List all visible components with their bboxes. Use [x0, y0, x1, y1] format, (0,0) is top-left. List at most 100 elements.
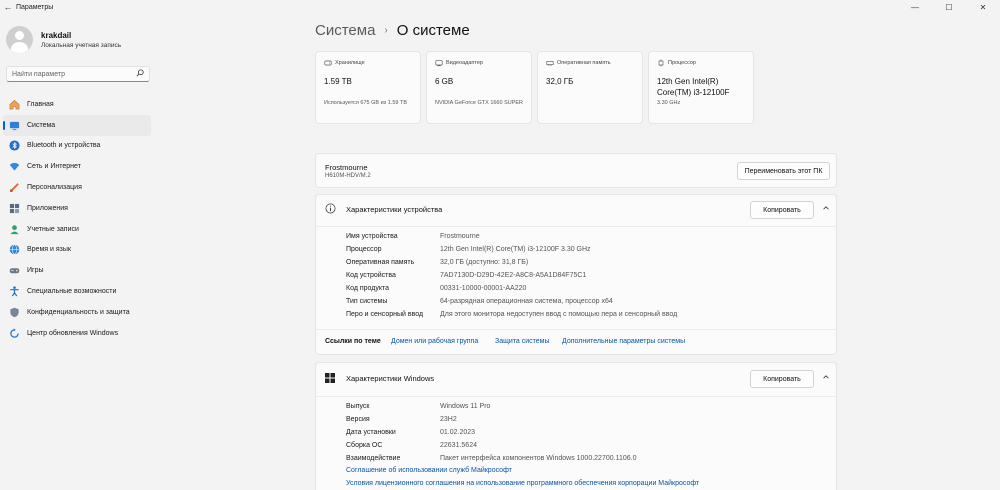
spec-key: Оперативная память: [346, 259, 415, 266]
breadcrumb-parent[interactable]: Система: [315, 22, 375, 39]
spec-key: Взаимодействие: [346, 455, 401, 462]
spec-value: Windows 11 Pro: [440, 403, 491, 410]
sidebar-item-accounts[interactable]: Учетные записи: [3, 219, 151, 240]
spec-value: Frostmourne: [440, 233, 480, 240]
pc-name-card: Frostmourne H610M-HDV/M.2 Переименовать …: [315, 153, 837, 188]
spec-key: Выпуск: [346, 403, 370, 410]
gpu-icon: [435, 59, 443, 67]
sidebar-item-system[interactable]: Система: [3, 114, 151, 136]
search-box[interactable]: [6, 66, 150, 82]
tile-value: 6 GB: [435, 77, 454, 86]
spec-key: Сборка ОС: [346, 442, 383, 449]
user-profile[interactable]: krakdail Локальная учетная запись: [6, 26, 121, 53]
sidebar-item-privacy[interactable]: Конфиденциальность и защита: [3, 302, 151, 323]
spec-value: 23H2: [440, 416, 457, 423]
back-arrow-icon[interactable]: ←: [0, 2, 16, 12]
spec-key: Версия: [346, 416, 370, 423]
sidebar-item-label: Bluetooth и устройства: [27, 142, 101, 150]
sidebar-item-bluetooth[interactable]: Bluetooth и устройства: [3, 136, 151, 157]
tile-subtext: NVIDIA GeForce GTX 1660 SUPER: [435, 100, 524, 106]
cpu-icon: [657, 59, 665, 67]
spec-row: Имя устройства Frostmourne: [346, 230, 480, 243]
spec-value: 12th Gen Intel(R) Core(TM) i3-12100F 3.3…: [440, 246, 591, 253]
spec-key: Перо и сенсорный ввод: [346, 311, 424, 318]
link-microsoft-license-terms[interactable]: Условия лицензионного соглашения на испо…: [346, 480, 699, 487]
spec-row: Версия 23H2: [346, 413, 457, 426]
sidebar-item-windows-update[interactable]: Центр обновления Windows: [3, 323, 151, 344]
spec-key: Дата установки: [346, 429, 396, 436]
system-icon: [8, 119, 20, 131]
tile-subtext: 3.30 GHz: [657, 100, 681, 106]
bluetooth-icon: [8, 140, 20, 152]
windows-logo-icon: [325, 373, 335, 385]
spec-value: 7AD7130D-D29D-42E2-A8C8-A5A1D84F75C1: [440, 272, 587, 279]
sidebar-item-network[interactable]: Сеть и Интернет: [3, 156, 151, 177]
accessibility-icon: [8, 286, 20, 298]
storage-tile: Хранилище 1.59 TB Используется 675 GB из…: [315, 51, 421, 124]
shield-icon: [8, 306, 20, 318]
spec-row: Код устройства 7AD7130D-D29D-42E2-A8C8-A5…: [346, 269, 586, 282]
spec-value: 22631.5624: [440, 442, 477, 449]
spec-value: Пакет интерфейса компонентов Windows 100…: [440, 455, 637, 462]
sidebar-item-label: Приложения: [27, 204, 68, 212]
apps-icon: [8, 202, 20, 214]
window-title: Параметры: [16, 3, 54, 11]
copy-device-specs-button[interactable]: Копировать: [750, 201, 814, 219]
close-icon[interactable]: ✕: [966, 0, 1000, 14]
maximize-icon[interactable]: ☐: [932, 0, 966, 14]
sidebar-item-label: Персонализация: [27, 184, 82, 192]
globe-icon: [8, 244, 20, 256]
spec-row: Дата установки 01.02.2023: [346, 426, 475, 439]
windows-specs-title: Характеристики Windows: [346, 374, 435, 383]
sidebar-item-gaming[interactable]: Игры: [3, 260, 151, 281]
sidebar-item-time-language[interactable]: Время и язык: [3, 240, 151, 261]
sidebar-item-label: Конфиденциальность и защита: [27, 308, 130, 316]
chevron-up-icon[interactable]: [822, 204, 830, 214]
home-icon: [8, 98, 20, 110]
sidebar-item-label: Система: [27, 121, 56, 129]
spec-row: Перо и сенсорный ввод Для этого монитора …: [346, 308, 677, 321]
spec-key: Имя устройства: [346, 233, 398, 240]
tile-label: Видеоадаптер: [446, 60, 483, 66]
ram-tile: Оперативная память 32,0 ГБ: [537, 51, 643, 124]
rename-pc-button[interactable]: Переименовать этот ПК: [737, 162, 830, 180]
spec-row: Код продукта 00331-10000-00001-AA220: [346, 282, 526, 295]
tile-value: 12th Gen Intel(R) Core(TM) i3-12100F: [657, 77, 730, 97]
cpu-tile: Процессор 12th Gen Intel(R) Core(TM) i3-…: [648, 51, 754, 124]
windows-specs-card: Характеристики Windows Копировать Выпуск…: [315, 362, 837, 490]
title-bar: ← Параметры — ☐ ✕: [0, 0, 1000, 14]
pc-name: Frostmourne: [325, 163, 368, 172]
spec-value: Для этого монитора недоступен ввод с пом…: [440, 311, 678, 318]
search-icon[interactable]: [136, 69, 144, 79]
sidebar-item-apps[interactable]: Приложения: [3, 198, 151, 219]
link-domain-workgroup[interactable]: Домен или рабочая группа: [391, 338, 478, 345]
spec-row: Выпуск Windows 11 Pro: [346, 400, 490, 413]
link-advanced-system-settings[interactable]: Дополнительные параметры системы: [562, 338, 685, 345]
accounts-icon: [8, 223, 20, 235]
sidebar-item-label: Время и язык: [27, 246, 71, 254]
spec-value: 32,0 ГБ (доступно: 31,8 ГБ): [440, 259, 529, 266]
wifi-icon: [8, 161, 20, 173]
sidebar-item-label: Сеть и Интернет: [27, 163, 81, 171]
search-input[interactable]: [12, 70, 136, 78]
link-system-protection[interactable]: Защита системы: [495, 338, 550, 345]
link-microsoft-services-agreement[interactable]: Соглашение об использовании служб Майкро…: [346, 467, 512, 474]
sidebar-item-home[interactable]: Главная: [3, 94, 151, 115]
window-controls: — ☐ ✕: [898, 0, 1000, 14]
sidebar-item-label: Центр обновления Windows: [27, 329, 119, 337]
sidebar-item-accessibility[interactable]: Специальные возможности: [3, 281, 151, 302]
spec-value: 00331-10000-00001-AA220: [440, 285, 527, 292]
sidebar-item-personalization[interactable]: Персонализация: [3, 177, 151, 198]
gamepad-icon: [8, 265, 20, 277]
spec-value: 01.02.2023: [440, 429, 476, 436]
profile-name: krakdail: [41, 30, 72, 40]
minimize-icon[interactable]: —: [898, 0, 932, 14]
chevron-up-icon[interactable]: [822, 373, 830, 383]
copy-windows-specs-button[interactable]: Копировать: [750, 370, 814, 388]
sidebar-item-label: Главная: [27, 100, 54, 108]
tile-label: Хранилище: [335, 60, 365, 66]
sidebar-nav: Главная Система Bluetooth и устройства С…: [3, 94, 151, 344]
sidebar-item-label: Игры: [27, 267, 44, 275]
brush-icon: [8, 182, 20, 194]
device-specs-card: Характеристики устройства Копировать Имя…: [315, 194, 837, 355]
